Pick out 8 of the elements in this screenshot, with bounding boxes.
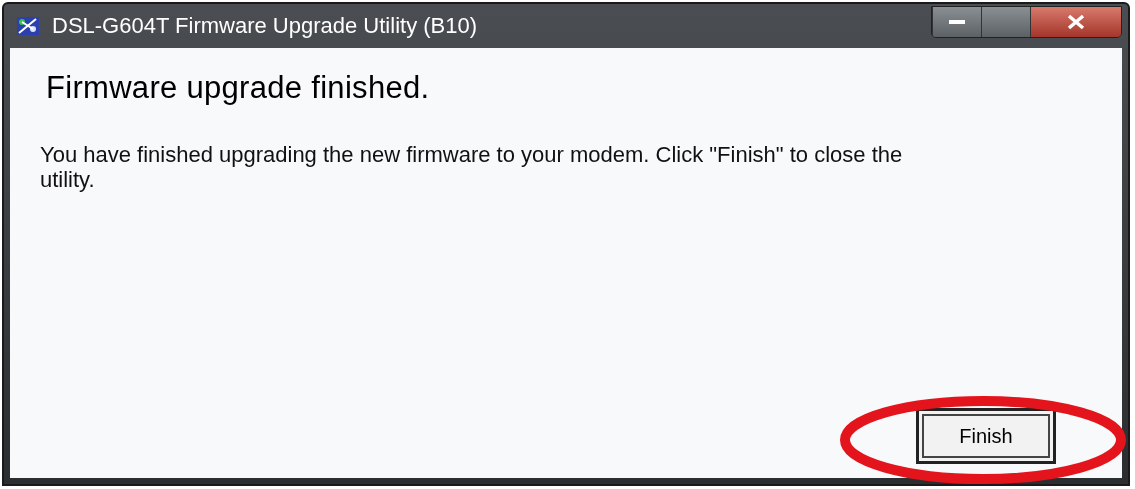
minimize-button[interactable] <box>932 7 981 37</box>
close-icon <box>1067 14 1085 30</box>
finish-button[interactable]: Finish <box>916 408 1056 464</box>
window-title: DSL-G604T Firmware Upgrade Utility (B10) <box>52 13 478 39</box>
close-button[interactable] <box>1030 7 1121 37</box>
heading: Firmware upgrade finished. <box>46 70 431 106</box>
message-text: You have finished upgrading the new firmware to your modem. Click "Finish" to close the utility. <box>40 142 904 192</box>
minimize-icon <box>949 19 965 25</box>
